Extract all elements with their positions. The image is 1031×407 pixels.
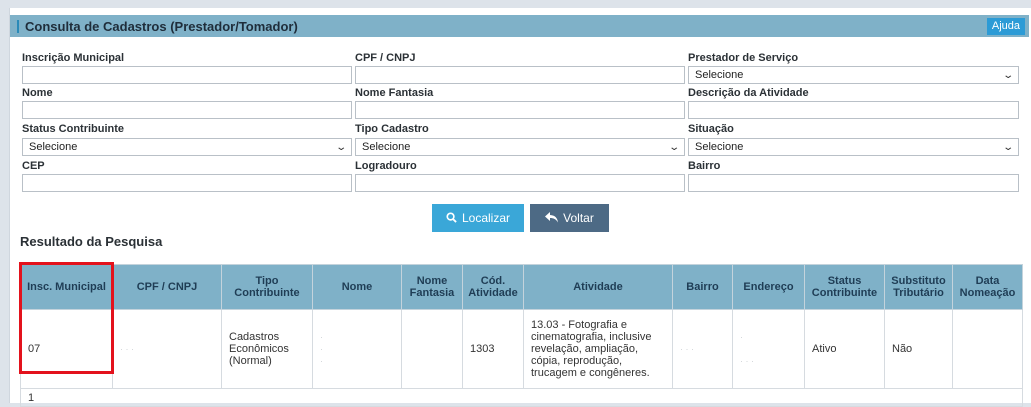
- cell-atividade: 13.03 - Fotografia e cinematografia, inc…: [523, 309, 673, 389]
- status-select[interactable]: Selecione ⌄: [22, 138, 352, 156]
- col-header-status[interactable]: Status Contribuinte: [804, 264, 885, 310]
- results-table: Insc. Municipal CPF / CNPJ Tipo Contribu…: [20, 264, 1023, 407]
- status-select-value: Selecione: [29, 141, 78, 153]
- col-header-fantasia[interactable]: Nome Fantasia: [401, 264, 463, 310]
- panel-header: Consulta de Cadastros (Prestador/Tomador…: [10, 15, 1029, 37]
- cell-cod: 1303: [462, 309, 524, 389]
- redacted-text: · · ·: [680, 344, 694, 354]
- status-label: Status Contribuinte: [22, 123, 125, 135]
- col-header-cpf[interactable]: CPF / CNPJ: [112, 264, 222, 310]
- redacted-text: · · ·: [320, 332, 323, 366]
- cell-substituto: Não: [884, 309, 953, 389]
- col-header-data[interactable]: Data Nomeação: [952, 264, 1023, 310]
- prestador-select[interactable]: Selecione ⌄: [688, 66, 1019, 84]
- table-pager-row: 1: [20, 388, 1023, 407]
- prestador-label: Prestador de Serviço: [688, 52, 799, 64]
- cell-insc: 07: [20, 309, 113, 389]
- back-button[interactable]: Voltar: [530, 204, 609, 232]
- redacted-text: · · ·: [120, 344, 134, 354]
- search-button[interactable]: Localizar: [432, 204, 524, 232]
- cell-cpf: · · ·: [112, 309, 222, 389]
- prestador-select-value: Selecione: [695, 69, 744, 81]
- logradouro-label: Logradouro: [355, 160, 417, 172]
- header-accent-bar: [17, 20, 19, 33]
- cep-input[interactable]: [22, 174, 352, 192]
- cpf-input[interactable]: [355, 66, 685, 84]
- back-button-label: Voltar: [563, 211, 594, 225]
- chevron-down-icon: ⌄: [334, 141, 347, 153]
- col-header-tipo[interactable]: Tipo Contribuinte: [221, 264, 313, 310]
- reply-arrow-icon: [545, 204, 559, 232]
- search-icon: [446, 204, 457, 232]
- results-title: Resultado da Pesquisa: [20, 234, 163, 249]
- col-header-substituto[interactable]: Substituto Tributário: [884, 264, 953, 310]
- col-header-nome[interactable]: Nome: [312, 264, 402, 310]
- tipo-select[interactable]: Selecione ⌄: [355, 138, 685, 156]
- situacao-label: Situação: [688, 123, 734, 135]
- table-row[interactable]: 07 · · · Cadastros Econômicos (Normal) ·…: [20, 309, 1023, 389]
- cell-endereco: · · · ·: [732, 309, 805, 389]
- cell-fantasia: [401, 309, 463, 389]
- fantasia-input[interactable]: [355, 101, 685, 119]
- chevron-down-icon: ⌄: [1001, 141, 1014, 153]
- redacted-text: · · · ·: [740, 332, 754, 366]
- nome-input[interactable]: [22, 101, 352, 119]
- cell-nome: · · ·: [312, 309, 402, 389]
- nome-label: Nome: [22, 87, 53, 99]
- col-header-cod[interactable]: Cód. Atividade: [462, 264, 524, 310]
- cep-label: CEP: [22, 160, 45, 172]
- cell-status: Ativo: [804, 309, 885, 389]
- tipo-select-value: Selecione: [362, 141, 411, 153]
- inscricao-label: Inscrição Municipal: [22, 52, 125, 64]
- cpf-label: CPF / CNPJ: [355, 52, 416, 64]
- fantasia-label: Nome Fantasia: [355, 87, 434, 99]
- chevron-down-icon: ⌄: [667, 141, 680, 153]
- col-header-atividade[interactable]: Atividade: [523, 264, 673, 310]
- tipo-label: Tipo Cadastro: [355, 123, 429, 135]
- situacao-select[interactable]: Selecione ⌄: [688, 138, 1019, 156]
- pager-page-number[interactable]: 1: [20, 388, 1023, 407]
- descricao-label: Descrição da Atividade: [688, 87, 809, 99]
- search-button-label: Localizar: [461, 211, 511, 225]
- bairro-input[interactable]: [688, 174, 1019, 192]
- help-button[interactable]: Ajuda: [986, 18, 1025, 35]
- logradouro-input[interactable]: [355, 174, 685, 192]
- col-header-bairro[interactable]: Bairro: [672, 264, 733, 310]
- table-header-row: Insc. Municipal CPF / CNPJ Tipo Contribu…: [20, 264, 1023, 310]
- bairro-label: Bairro: [688, 160, 721, 172]
- descricao-input[interactable]: [688, 101, 1019, 119]
- cell-bairro: · · ·: [672, 309, 733, 389]
- cell-tipo: Cadastros Econômicos (Normal): [221, 309, 313, 389]
- col-header-endereco[interactable]: Endereço: [732, 264, 805, 310]
- search-panel: Consulta de Cadastros (Prestador/Tomador…: [9, 8, 1031, 407]
- cell-data: [952, 309, 1023, 389]
- page-title: Consulta de Cadastros (Prestador/Tomador…: [25, 19, 298, 34]
- inscricao-input[interactable]: [22, 66, 352, 84]
- situacao-select-value: Selecione: [695, 141, 744, 153]
- chevron-down-icon: ⌄: [1001, 69, 1014, 81]
- col-header-insc[interactable]: Insc. Municipal: [20, 264, 113, 310]
